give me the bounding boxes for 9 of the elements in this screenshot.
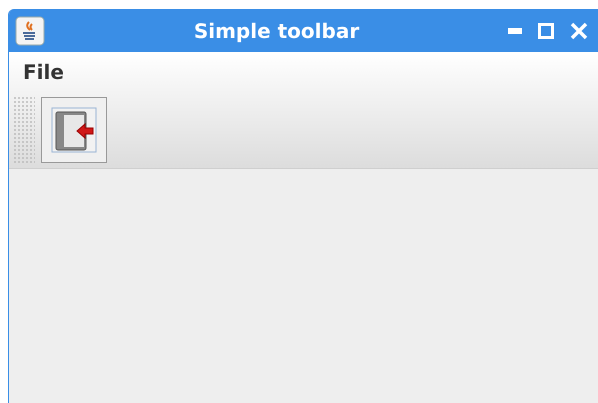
window-title: Simple toolbar	[192, 18, 360, 44]
door-exit-icon	[51, 107, 97, 153]
toolbar-grip[interactable]	[13, 96, 35, 164]
menu-item[interactable]: File	[23, 57, 64, 87]
exit-button[interactable]	[41, 97, 107, 163]
minimize-icon[interactable]	[508, 28, 522, 34]
close-icon[interactable]	[570, 22, 588, 40]
maximize-icon[interactable]	[538, 22, 554, 38]
app-icon	[15, 16, 45, 46]
